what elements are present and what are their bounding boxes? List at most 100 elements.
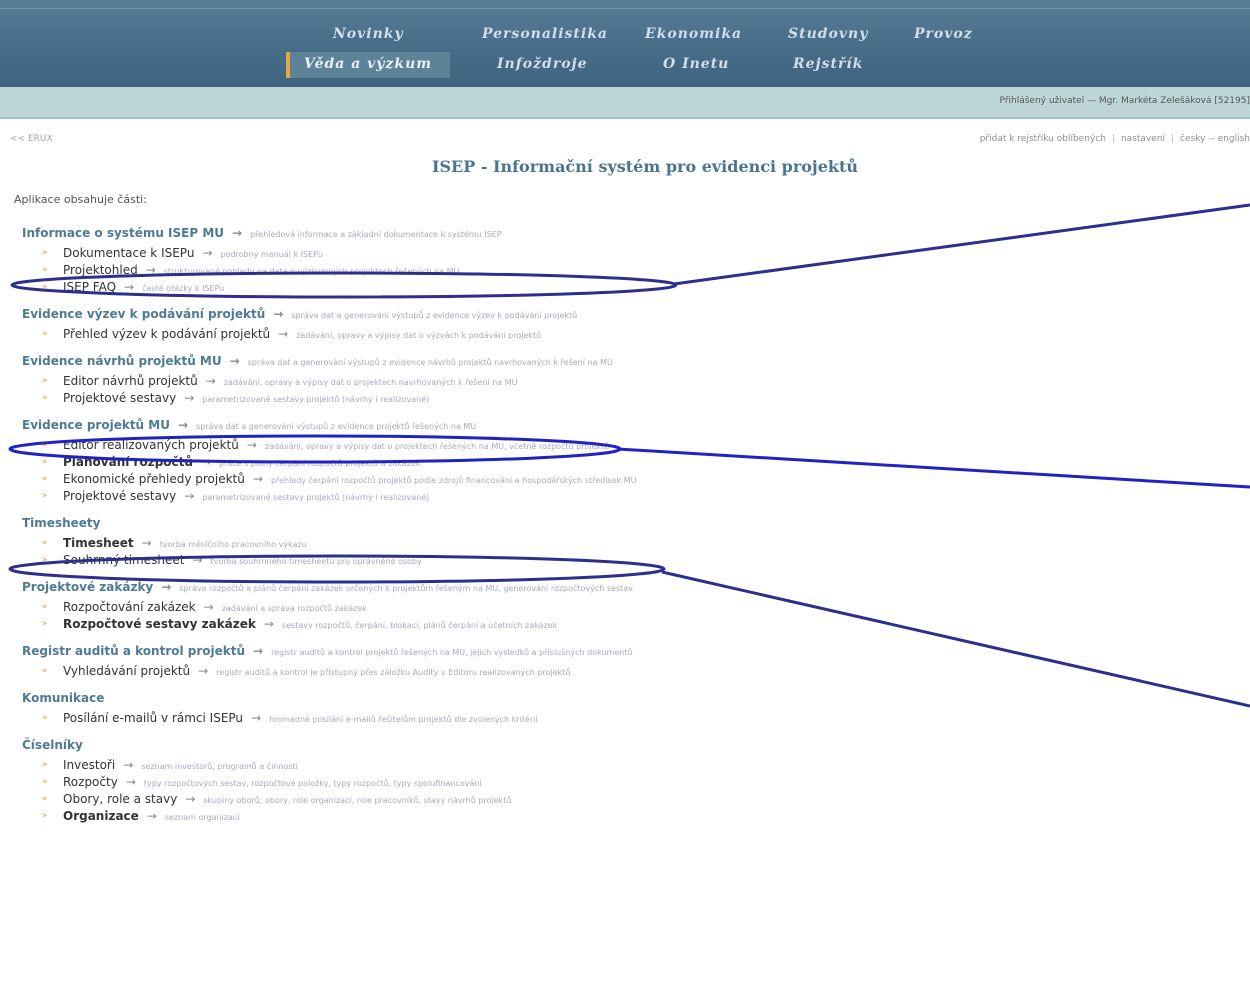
item-description: tvorba měsíčního pracovního výkazu	[159, 540, 307, 549]
section-title-link[interactable]: Informace o systému ISEP MU	[22, 226, 224, 240]
arrow-icon: →	[252, 472, 263, 486]
item-description: typy rozpočtových sestav, rozpočtové pol…	[143, 779, 482, 788]
add-favorite-link[interactable]: přidat k rejstříku oblíbených	[980, 134, 1106, 144]
section-title-link[interactable]: Číselníky	[22, 738, 83, 752]
nav-highlight-line	[0, 8, 1250, 9]
nav-novinky[interactable]: Novinky	[333, 26, 404, 42]
nav-ekonomika[interactable]: Ekonomika	[645, 26, 742, 42]
user-bar: Přihlášený uživatel — Mgr. Markéta Zeleš…	[0, 87, 1250, 119]
bullet-icon: »	[42, 811, 48, 821]
list-item: » Projektové sestavy → parametrizované sest…	[22, 488, 1222, 505]
language-link[interactable]: česky -- english	[1180, 134, 1250, 144]
nav-veda-a-vyzkum[interactable]: Věda a výzkum	[286, 52, 451, 78]
bullet-icon: »	[42, 265, 48, 275]
arrow-icon: →	[177, 418, 189, 432]
section-title-link[interactable]: Evidence výzev k podávání projektů	[22, 307, 265, 321]
bullet-icon: »	[42, 619, 48, 629]
list-item: » Editor realizovaných projektů → zadávání,…	[22, 437, 1222, 454]
bullet-icon: »	[42, 777, 48, 787]
list-item: » Timesheet → tvorba měsíčního pracovního v…	[22, 535, 1222, 552]
item-link[interactable]: Dokumentace k ISEPu	[63, 246, 194, 260]
nav-o-inetu[interactable]: O Inetu	[663, 56, 729, 72]
item-link[interactable]: ISEP FAQ	[63, 280, 116, 294]
back-link[interactable]: << ERUX	[10, 134, 53, 144]
intro-text: Aplikace obsahuje části:	[14, 193, 147, 206]
section-description: registr auditů a kontrol projektů řešený…	[271, 648, 633, 657]
arrow-icon: →	[185, 792, 196, 806]
item-description: seznam organizací	[164, 813, 240, 822]
arrow-icon: →	[192, 553, 203, 567]
item-link[interactable]: Přehled výzev k podávání projektů	[63, 327, 270, 341]
item-description: zadávání, opravy a výpisy dat o projekte…	[264, 442, 610, 451]
item-link[interactable]: Souhrnný timesheet	[63, 553, 184, 567]
bullet-icon: »	[42, 555, 48, 565]
item-link[interactable]: Projektové sestavy	[63, 489, 176, 503]
item-link[interactable]: Ekonomické přehledy projektů	[63, 472, 245, 486]
bullet-icon: »	[42, 440, 48, 450]
arrow-icon: →	[202, 246, 213, 260]
list-item: » Přehled výzev k podávání projektů → zadáv…	[22, 326, 1222, 343]
list-item: » Investoři → seznam investorů, programů a …	[22, 757, 1222, 774]
section-title-link[interactable]: Evidence projektů MU	[22, 418, 170, 432]
section-title-link[interactable]: Komunikace	[22, 691, 104, 705]
arrow-icon: →	[232, 226, 243, 240]
item-description: parametrizované sestavy projektů (návrhy…	[202, 493, 430, 502]
arrow-icon: →	[161, 580, 172, 594]
item-description: tvorba souhrnného timesheetu pro oprávně…	[210, 557, 422, 566]
nav-studovny[interactable]: Studovny	[788, 26, 868, 42]
list-item: » Ekonomické přehledy projektů → přehledy č…	[22, 471, 1222, 488]
item-link[interactable]: Rozpočtové sestavy zakázek	[63, 617, 256, 631]
logged-user: Přihlášený uživatel — Mgr. Markéta Zeleš…	[999, 96, 1250, 106]
arrow-icon: →	[200, 455, 211, 469]
list-item: » Rozpočtové sestavy zakázek → sestavy rozp…	[22, 616, 1222, 633]
bullet-icon: »	[42, 794, 48, 804]
arrow-icon: →	[205, 374, 216, 388]
item-link[interactable]: Editor návrhů projektů	[63, 374, 198, 388]
section-title-link[interactable]: Registr auditů a kontrol projektů	[22, 644, 245, 658]
item-description: hromadné posílání e-mailů řešitelům proj…	[269, 715, 538, 724]
section-title-link[interactable]: Projektové zakázky	[22, 580, 153, 594]
nav-rejstrik[interactable]: Rejstřík	[793, 56, 863, 72]
arrow-icon: →	[123, 758, 134, 772]
item-link[interactable]: Plánování rozpočtů	[63, 455, 193, 469]
item-link[interactable]: Vyhledávání projektů	[63, 664, 190, 678]
section-heading: Evidence výzev k podávání projektů → správ…	[22, 302, 1222, 326]
item-link[interactable]: Organizace	[63, 809, 139, 823]
item-link[interactable]: Timesheet	[63, 536, 134, 550]
arrow-icon: →	[125, 775, 136, 789]
item-description: podrobný manuál k ISEPu	[220, 250, 323, 259]
section-heading: Timesheety	[22, 511, 1222, 535]
item-description: registr auditů a kontrol je přístupný př…	[216, 668, 571, 677]
item-description: skupiny oborů, obory, role organizací, r…	[203, 796, 512, 805]
nav-provoz[interactable]: Provoz	[914, 26, 973, 42]
item-link[interactable]: Rozpočtování zakázek	[63, 600, 196, 614]
bullet-icon: »	[42, 538, 48, 548]
section-title-link[interactable]: Evidence návrhů projektů MU	[22, 354, 222, 368]
arrow-icon: →	[229, 354, 240, 368]
settings-link[interactable]: nastavení	[1121, 134, 1165, 144]
bullet-icon: »	[42, 393, 48, 403]
arrow-icon: →	[251, 711, 262, 725]
list-item: » ISEP FAQ → časté otázky k ISEPu	[22, 279, 1222, 296]
item-link[interactable]: Projektové sestavy	[63, 391, 176, 405]
item-description: přehledy čerpání rozpočtů projektů podle…	[270, 476, 637, 485]
nav-infozdroje[interactable]: Infoždroje	[497, 56, 588, 72]
section-heading: Číselníky	[22, 733, 1222, 757]
section-title-link[interactable]: Timesheety	[22, 516, 100, 530]
item-link[interactable]: Obory, role a stavy	[63, 792, 177, 806]
item-link[interactable]: Editor realizovaných projektů	[63, 438, 239, 452]
bullet-icon: »	[42, 329, 48, 339]
list-item: » Projektohled → strukturované pohledy na d…	[22, 262, 1222, 279]
arrow-icon: →	[263, 617, 274, 631]
item-description: parametrizované sestavy projektů (návrhy…	[202, 395, 430, 404]
item-link[interactable]: Rozpočty	[63, 775, 118, 789]
item-link[interactable]: Posílání e-mailů v rámci ISEPu	[63, 711, 243, 725]
item-link[interactable]: Projektohled	[63, 263, 138, 277]
item-link[interactable]: Investoři	[63, 758, 115, 772]
list-item: » Projektové sestavy → parametrizované sest…	[22, 390, 1222, 407]
item-description: sestavy rozpočtů, čerpání, blokací, plán…	[281, 621, 558, 630]
nav-personalistika[interactable]: Personalistika	[482, 26, 608, 42]
item-description: strukturované pohledy na data o výzkumný…	[163, 267, 460, 276]
item-description: zadávání a správa rozpočtů zakázek	[221, 604, 367, 613]
